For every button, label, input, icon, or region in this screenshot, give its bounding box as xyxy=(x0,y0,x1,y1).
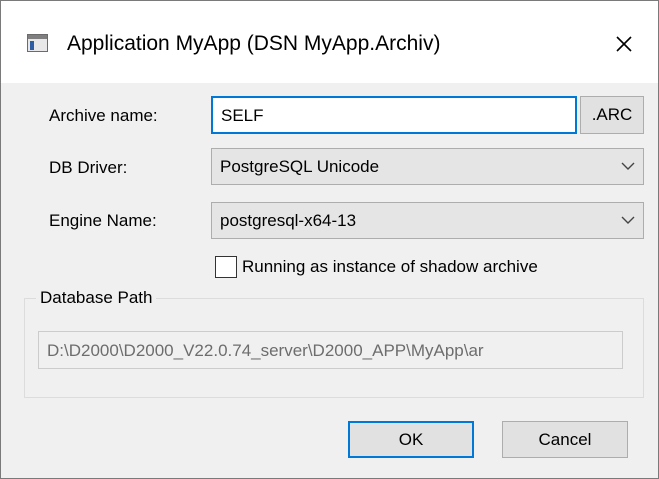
close-icon[interactable] xyxy=(609,29,639,59)
chevron-down-icon xyxy=(621,162,635,170)
engine-name-select[interactable]: postgresql-x64-13 xyxy=(211,202,644,239)
window-title: Application MyApp (DSN MyApp.Archiv) xyxy=(67,32,441,55)
db-driver-select[interactable]: PostgreSQL Unicode xyxy=(211,148,644,185)
cancel-button[interactable]: Cancel xyxy=(502,421,628,458)
archive-extension-button[interactable]: .ARC xyxy=(580,96,644,134)
app-window-icon xyxy=(27,34,48,52)
archive-name-input[interactable]: SELF xyxy=(211,96,577,134)
database-path-group-label: Database Path xyxy=(36,288,157,308)
db-driver-label: DB Driver: xyxy=(49,158,128,177)
chevron-down-icon xyxy=(621,216,635,224)
engine-name-label: Engine Name: xyxy=(49,211,157,230)
db-driver-value: PostgreSQL Unicode xyxy=(220,157,380,176)
shadow-archive-checkbox[interactable] xyxy=(215,256,237,278)
archive-name-label: Archive name: xyxy=(49,106,158,125)
ok-button[interactable]: OK xyxy=(348,421,474,458)
dialog-window: Application MyApp (DSN MyApp.Archiv) Arc… xyxy=(0,0,659,479)
shadow-archive-checkbox-label[interactable]: Running as instance of shadow archive xyxy=(242,257,538,277)
engine-name-value: postgresql-x64-13 xyxy=(220,211,357,230)
database-path-field: D:\D2000\D2000_V22.0.74_server\D2000_APP… xyxy=(38,331,623,369)
title-bar[interactable]: Application MyApp (DSN MyApp.Archiv) xyxy=(1,1,658,83)
